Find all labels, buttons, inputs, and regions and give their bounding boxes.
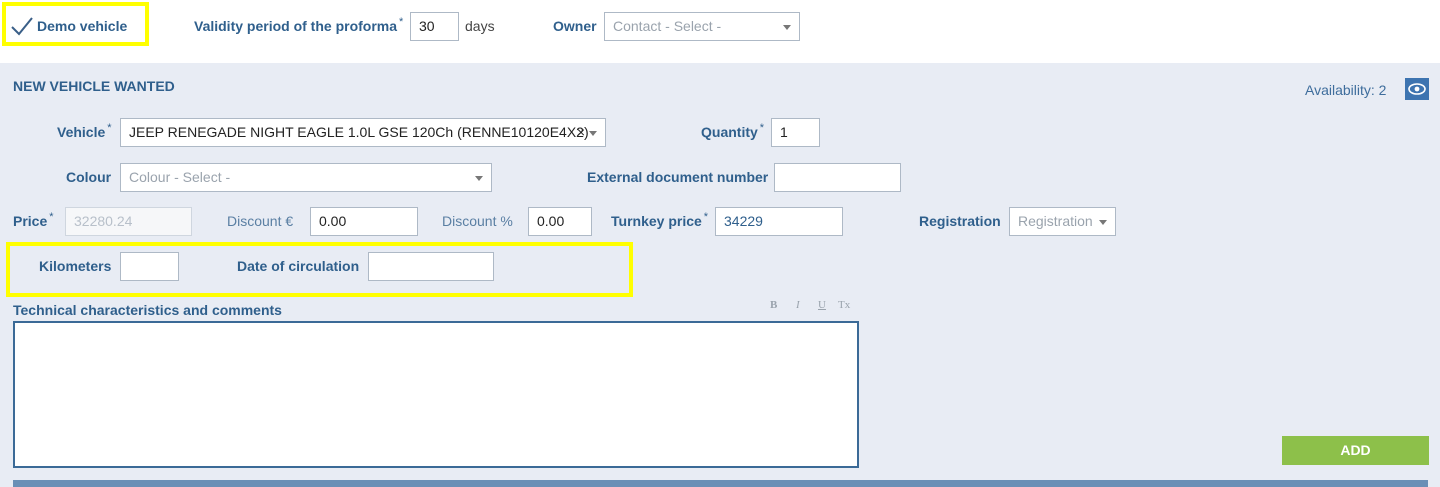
panel-title: NEW VEHICLE WANTED	[13, 78, 175, 94]
availability-text: Availability: 2	[1305, 82, 1387, 98]
quantity-input[interactable]: 1	[771, 118, 820, 147]
vehicle-label: Vehicle *	[57, 122, 112, 140]
chevron-down-icon	[475, 176, 483, 181]
turnkey-input[interactable]: 34229	[715, 207, 843, 236]
price-label: Price *	[13, 211, 54, 229]
validity-label: Validity period of the proforma *	[194, 16, 404, 34]
tech-characteristics-textarea[interactable]	[13, 321, 859, 468]
registration-select[interactable]: Registration	[1009, 207, 1116, 236]
tech-characteristics-label: Technical characteristics and comments	[13, 302, 282, 318]
eye-icon	[1408, 83, 1426, 95]
price-input: 32280.24	[65, 207, 192, 236]
bottom-bar	[13, 480, 1428, 487]
owner-label: Owner	[553, 18, 597, 34]
vehicle-select[interactable]: JEEP RENEGADE NIGHT EAGLE 1.0L GSE 120Ch…	[120, 118, 606, 147]
discount-pct-label: Discount %	[442, 213, 513, 229]
underline-icon[interactable]: U	[818, 299, 826, 311]
external-doc-input[interactable]	[774, 163, 901, 192]
colour-label: Colour	[66, 169, 112, 185]
highlight-kilometers-row	[6, 242, 633, 297]
discount-eur-input[interactable]: 0.00	[310, 207, 418, 236]
colour-select[interactable]: Colour - Select -	[120, 163, 492, 192]
turnkey-label: Turnkey price *	[611, 211, 709, 229]
days-label: days	[465, 18, 495, 34]
chevron-down-icon	[589, 131, 597, 136]
highlight-demo-vehicle	[2, 2, 149, 46]
external-doc-label: External document number	[587, 169, 769, 185]
discount-pct-input[interactable]: 0.00	[528, 207, 592, 236]
quantity-label: Quantity *	[701, 122, 765, 140]
registration-label: Registration	[919, 213, 1001, 229]
italic-icon[interactable]: I	[796, 299, 800, 311]
add-button[interactable]: ADD	[1282, 436, 1429, 465]
chevron-down-icon	[783, 25, 791, 30]
bold-icon[interactable]: B	[770, 299, 777, 311]
chevron-down-icon	[1099, 220, 1107, 225]
validity-input[interactable]: 30	[410, 12, 459, 41]
owner-select[interactable]: Contact - Select -	[604, 12, 800, 41]
view-availability-button[interactable]	[1405, 78, 1429, 100]
clear-format-icon[interactable]: Tx	[838, 299, 850, 311]
discount-eur-label: Discount €	[227, 213, 294, 229]
clear-icon[interactable]: ×	[577, 119, 585, 146]
